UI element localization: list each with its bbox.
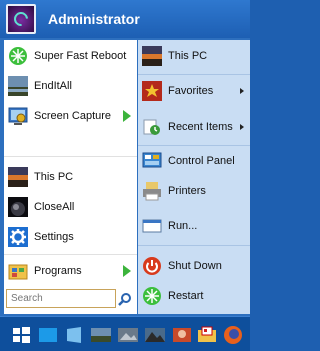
menu-item-recent-items[interactable]: Recent Items	[138, 114, 250, 140]
username-label: Administrator	[48, 11, 140, 27]
submenu-arrow-icon	[240, 124, 244, 130]
menu-item-this-pc[interactable]: This PC	[4, 164, 137, 190]
blue-window-icon[interactable]	[63, 324, 85, 346]
right-panel: This PC Favorites Recent Items Control P…	[138, 40, 250, 314]
menu-item-super-fast-reboot[interactable]: Super Fast Reboot	[4, 43, 137, 69]
mountain-icon[interactable]	[144, 324, 166, 346]
menu-item-label: Shut Down	[168, 260, 222, 272]
divider	[138, 245, 250, 246]
firefox-icon[interactable]	[222, 324, 244, 346]
recent-items-icon	[142, 117, 162, 137]
gear-icon	[8, 227, 28, 247]
menu-item-favorites[interactable]: Favorites	[138, 78, 250, 104]
menu-item-label: Screen Capture	[34, 110, 112, 122]
divider	[138, 145, 250, 146]
divider	[4, 254, 137, 255]
user-header: Administrator	[0, 0, 250, 38]
folder-icon[interactable]	[196, 324, 218, 346]
menu-item-label: Recent Items	[168, 121, 233, 133]
screen-capture-icon	[8, 106, 28, 126]
menu-item-label: Programs	[34, 265, 82, 277]
portrait-icon[interactable]	[171, 324, 193, 346]
divider	[4, 156, 137, 157]
start-menu: Administrator Super Fast Reboot EndItAll…	[0, 0, 250, 316]
landscape-icon	[8, 76, 28, 96]
submenu-arrow-icon	[240, 88, 244, 94]
submenu-arrow-icon	[123, 265, 131, 277]
green-burst-icon	[8, 46, 28, 66]
menu-item-run[interactable]: Run...	[138, 213, 250, 239]
image-icon[interactable]	[117, 324, 139, 346]
menu-item-label: Super Fast Reboot	[34, 50, 127, 62]
menu-item-settings[interactable]: Settings	[4, 224, 137, 250]
menu-item-label: Settings	[34, 231, 74, 243]
sunset-landscape-icon	[8, 167, 28, 187]
menu-item-label: This PC	[168, 50, 208, 62]
shut-down-button[interactable]: Shut Down	[138, 253, 250, 279]
menu-item-label: Favorites	[168, 85, 214, 97]
user-avatar[interactable]	[6, 4, 36, 34]
restart-button[interactable]: Restart	[138, 283, 250, 309]
sunset-landscape-icon	[142, 46, 162, 66]
menu-item-label: CloseAll	[34, 201, 75, 213]
desktop-icon[interactable]	[37, 324, 59, 346]
menu-item-screen-capture[interactable]: Screen Capture	[4, 103, 137, 129]
logo-icon	[11, 9, 31, 29]
menu-item-enditall[interactable]: EndItAll	[4, 73, 137, 99]
power-icon	[142, 256, 162, 276]
run-icon	[142, 216, 162, 236]
windows-start-icon[interactable]	[10, 324, 32, 346]
search-icon[interactable]	[118, 292, 132, 306]
menu-item-label: This PC	[34, 171, 74, 183]
dark-planet-icon	[8, 197, 28, 217]
menu-item-label: EndItAll	[34, 80, 72, 92]
menu-item-printers[interactable]: Printers	[138, 178, 250, 204]
menu-item-label: Printers	[168, 185, 206, 197]
menu-item-label: Restart	[168, 290, 204, 302]
menu-item-programs[interactable]: Programs	[4, 258, 137, 284]
divider	[138, 74, 250, 75]
restart-icon	[142, 286, 162, 306]
printer-icon	[142, 181, 162, 201]
menu-item-label: Run...	[168, 220, 198, 232]
favorites-star-icon	[142, 81, 162, 101]
submenu-arrow-icon	[123, 110, 131, 122]
control-panel-icon	[142, 151, 162, 171]
search-input[interactable]: Search	[11, 293, 43, 304]
menu-item-label: Control Panel	[168, 155, 235, 167]
taskbar	[0, 316, 250, 351]
programs-folder-icon	[8, 261, 28, 281]
search-box[interactable]: Search	[6, 289, 116, 308]
landscape-icon[interactable]	[90, 324, 112, 346]
left-panel: Super Fast Reboot EndItAll Screen Captur…	[4, 40, 137, 314]
menu-item-control-panel[interactable]: Control Panel	[138, 148, 250, 174]
menu-item-closeall[interactable]: CloseAll	[4, 194, 137, 220]
menu-item-this-pc-right[interactable]: This PC	[138, 43, 250, 69]
